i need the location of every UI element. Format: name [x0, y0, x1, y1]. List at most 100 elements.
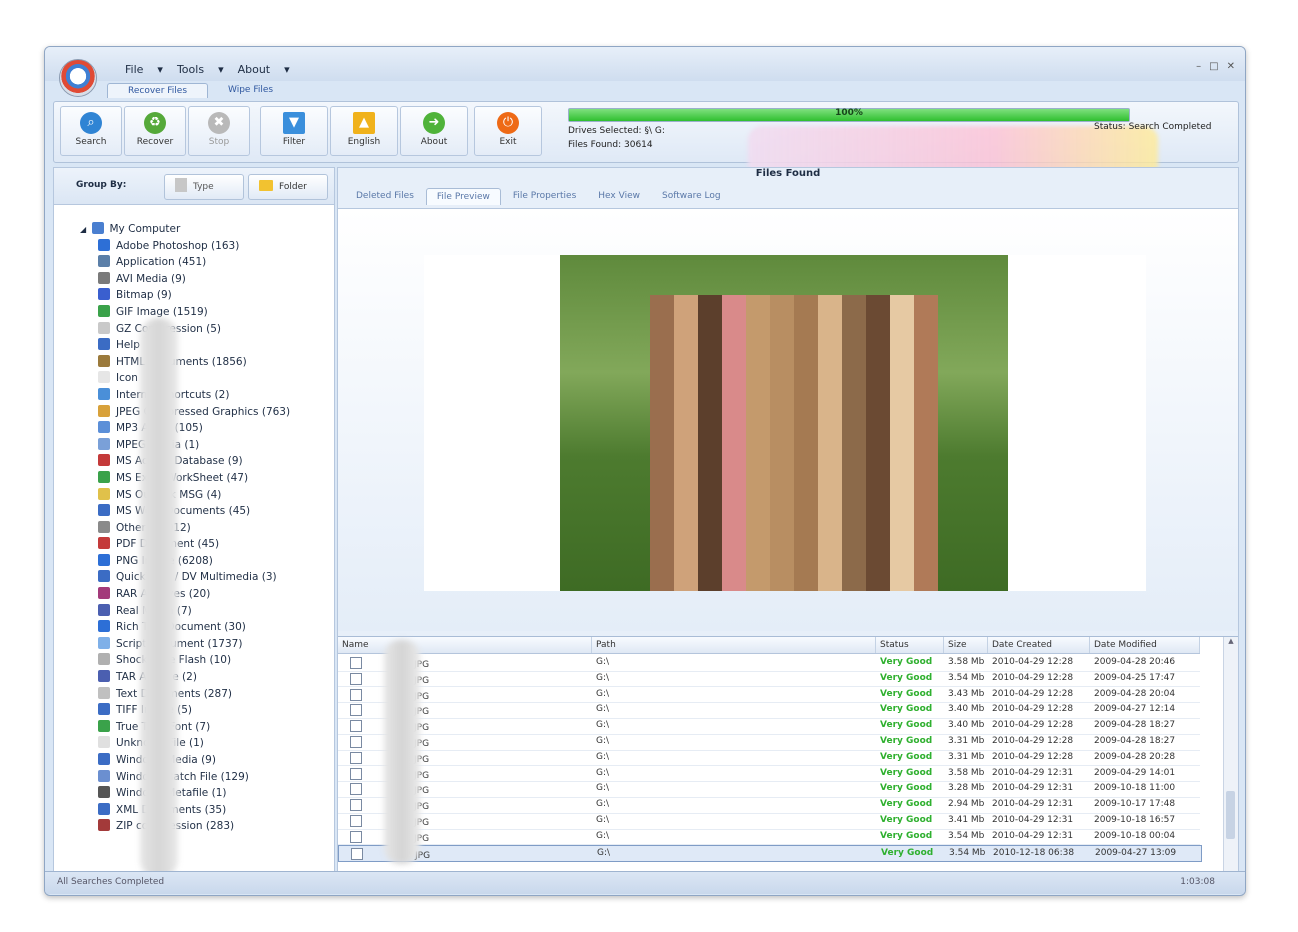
tree-item[interactable]: Unknown File (1): [80, 736, 290, 753]
tab-deleted-files[interactable]: Deleted Files: [346, 188, 424, 205]
tree-item[interactable]: HTML Documents (1856): [80, 354, 290, 372]
row-checkbox[interactable]: [350, 830, 362, 843]
tree-item[interactable]: TIFF Image (5): [80, 703, 290, 720]
tree-item[interactable]: Adobe Photoshop (163): [80, 238, 290, 256]
exit-button[interactable]: ⏻ Exit: [474, 106, 542, 156]
tree-item[interactable]: MPEG Media (1): [80, 437, 290, 455]
menu-file[interactable]: File: [121, 63, 147, 76]
table-row[interactable]: JPG G:\ Very Good 3.54 Mb 2010-04-29 12:28 20…: [338, 671, 1200, 688]
tab-software-log[interactable]: Software Log: [652, 188, 731, 205]
tree-item[interactable]: MS Outlook MSG (4): [80, 487, 290, 505]
tree-item[interactable]: Bitmap (9): [80, 288, 290, 305]
row-checkbox[interactable]: [350, 720, 362, 733]
tree-root-my-computer[interactable]: ◢ My Computer: [80, 222, 290, 239]
table-row[interactable]: JPG G:\ Very Good 3.28 Mb 2010-04-29 12:31 20…: [338, 781, 1200, 798]
row-checkbox[interactable]: [350, 704, 362, 717]
tree-item[interactable]: Shockwave Flash (10): [80, 653, 290, 670]
tree-item[interactable]: PNG Image (6208): [80, 553, 290, 571]
tree-item[interactable]: Icon: [80, 371, 290, 388]
tree-item[interactable]: Internet Shortcuts (2): [80, 387, 290, 405]
filter-button[interactable]: ▼ Filter: [260, 106, 328, 156]
tree-item[interactable]: Windows Batch File (129): [80, 769, 290, 787]
tree-item[interactable]: Help: [80, 338, 290, 355]
tree-item[interactable]: RAR Archives (20): [80, 587, 290, 604]
tree-item[interactable]: TAR Archive (2): [80, 670, 290, 687]
scrollbar-thumb[interactable]: [1226, 791, 1235, 839]
table-row[interactable]: JPG G:\ Very Good 3.40 Mb 2010-04-29 12:28 20…: [338, 702, 1200, 719]
tree-item[interactable]: Application (451): [80, 255, 290, 272]
row-checkbox[interactable]: [350, 672, 362, 685]
table-row[interactable]: JPG G:\ Very Good 3.31 Mb 2010-04-29 12:28 20…: [338, 734, 1200, 751]
row-checkbox[interactable]: [350, 751, 362, 764]
tree-item[interactable]: Text Documents (287): [80, 686, 290, 704]
tree-item[interactable]: True Type Font (7): [80, 719, 290, 737]
table-row[interactable]: JPG G:\ Very Good 3.54 Mb 2010-12-18 06:38 20…: [338, 844, 1202, 863]
recover-button[interactable]: ♻ Recover: [124, 106, 186, 156]
stop-button[interactable]: ✖ Stop: [188, 106, 250, 156]
row-checkbox[interactable]: [350, 688, 362, 701]
maximize-icon[interactable]: □: [1209, 61, 1218, 72]
table-scrollbar[interactable]: ▲: [1223, 637, 1238, 877]
preview-pixel: [890, 525, 914, 548]
row-checkbox[interactable]: [350, 799, 362, 812]
column-header[interactable]: Path: [592, 637, 876, 653]
tree-item[interactable]: Other (13012): [80, 520, 290, 538]
file-type-icon: [98, 537, 110, 550]
menu-about[interactable]: About: [234, 63, 275, 76]
preview-pixel: [914, 479, 938, 502]
tree-item[interactable]: MS Access Database (9): [80, 454, 290, 471]
tree-item[interactable]: MP3 Audio (105): [80, 421, 290, 438]
row-checkbox[interactable]: [350, 657, 362, 669]
tree-item[interactable]: GZ Compression (5): [80, 321, 290, 339]
tree-item[interactable]: JPEG Compressed Graphics (763): [80, 404, 290, 422]
column-header[interactable]: Status: [876, 637, 944, 653]
tree-item[interactable]: MS Excel WorkSheet (47): [80, 470, 290, 488]
table-row[interactable]: JPG G:\ Very Good 3.54 Mb 2010-04-29 12:31 20…: [338, 829, 1200, 846]
column-header[interactable]: Size: [944, 637, 988, 653]
close-icon[interactable]: ✕: [1227, 61, 1235, 72]
scroll-up-icon[interactable]: ▲: [1224, 637, 1238, 645]
tree-item[interactable]: ZIP compression (283): [80, 819, 290, 836]
table-row[interactable]: JPG G:\ Very Good 3.58 Mb 2010-04-29 12:28 20…: [338, 655, 1200, 672]
tab-file-properties[interactable]: File Properties: [503, 188, 586, 205]
row-checkbox[interactable]: [351, 847, 363, 860]
tab-wipe-files[interactable]: Wipe Files: [208, 83, 293, 98]
tree-item[interactable]: Real Media (7): [80, 603, 290, 621]
menu-tools[interactable]: Tools: [173, 63, 208, 76]
row-checkbox[interactable]: [350, 736, 362, 748]
row-checkbox[interactable]: [350, 783, 362, 796]
table-row[interactable]: JPG G:\ Very Good 3.58 Mb 2010-04-29 12:31 20…: [338, 766, 1200, 783]
tree-item[interactable]: AVI Media (9): [80, 271, 290, 289]
row-checkbox[interactable]: [350, 767, 362, 780]
app-orb-icon[interactable]: [59, 59, 97, 97]
tree-item[interactable]: Rich Text Document (30): [80, 620, 290, 637]
tree-item[interactable]: Script Document (1737): [80, 636, 290, 654]
tree-item[interactable]: PDF Document (45): [80, 537, 290, 554]
language-button[interactable]: ▲ English: [330, 106, 398, 156]
column-header[interactable]: Name: [338, 637, 592, 653]
tree-item[interactable]: QuickTime / DV Multimedia (3): [80, 570, 290, 587]
tree-item[interactable]: MS Word Documents (45): [80, 504, 290, 521]
minimize-icon[interactable]: –: [1196, 61, 1201, 72]
tree-item[interactable]: GIF Image (1519): [80, 304, 290, 322]
table-row[interactable]: JPG G:\ Very Good 3.43 Mb 2010-04-29 12:28 20…: [338, 687, 1200, 704]
search-button[interactable]: ⌕ Search: [60, 106, 122, 156]
column-header[interactable]: Date Modified: [1090, 637, 1200, 653]
tab-recover-files[interactable]: Recover Files: [107, 83, 209, 98]
table-row[interactable]: JPG G:\ Very Good 2.94 Mb 2010-04-29 12:31 20…: [338, 797, 1200, 814]
tree-item[interactable]: Windows Metafile (1): [80, 786, 290, 803]
group-by-folder-button[interactable]: Folder: [248, 174, 328, 200]
table-row[interactable]: JPG G:\ Very Good 3.40 Mb 2010-04-29 12:28 20…: [338, 718, 1200, 735]
about-button[interactable]: ➜ About: [400, 106, 468, 156]
cell-size: 3.31 Mb: [948, 751, 985, 762]
column-header[interactable]: Date Created: [988, 637, 1090, 653]
table-row[interactable]: JPG G:\ Very Good 3.31 Mb 2010-04-29 12:28 20…: [338, 750, 1200, 767]
table-row[interactable]: JPG G:\ Very Good 3.41 Mb 2010-04-29 12:31 20…: [338, 813, 1200, 830]
tree-item[interactable]: Windows Media (9): [80, 753, 290, 770]
panel-tabs: Deleted Files File Preview File Properti…: [346, 188, 733, 205]
tree-item[interactable]: XML Documents (35): [80, 802, 290, 820]
tab-file-preview[interactable]: File Preview: [425, 188, 501, 205]
row-checkbox[interactable]: [350, 815, 362, 827]
group-by-type-button[interactable]: Type: [164, 174, 244, 200]
tab-hex-view[interactable]: Hex View: [588, 188, 650, 205]
